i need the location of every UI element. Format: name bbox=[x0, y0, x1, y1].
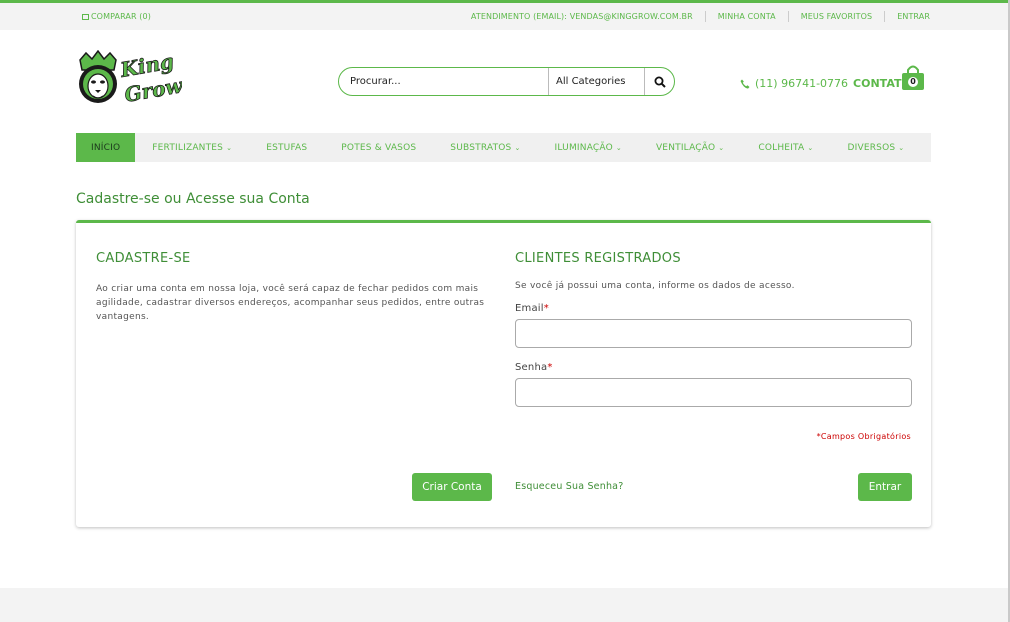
required-fields-note: *Campos Obrigatórios bbox=[816, 432, 911, 441]
top-bar: COMPARAR (0) ATENDIMENTO (EMAIL): VENDAS… bbox=[0, 3, 1008, 30]
register-section: CADASTRE-SE Ao criar uma conta em nossa … bbox=[96, 251, 491, 324]
nav-item-label: VENTILAÇÃO bbox=[655, 142, 716, 153]
login-submit-button[interactable]: Entrar bbox=[858, 473, 912, 501]
email-field[interactable] bbox=[515, 319, 912, 348]
nav-item-potes-vasos[interactable]: POTES & VASOS bbox=[324, 133, 433, 162]
page-title: Cadastre-se ou Acesse sua Conta bbox=[76, 191, 310, 207]
forgot-password-link[interactable]: Esqueceu Sua Senha? bbox=[515, 481, 623, 492]
chevron-down-icon: ⌄ bbox=[226, 143, 233, 152]
search-icon bbox=[654, 76, 666, 88]
nav-item-inicio[interactable]: INÍCIO bbox=[76, 133, 136, 162]
nav-item-diversos[interactable]: DIVERSOS ⌄ bbox=[830, 133, 921, 162]
nav-item-label: ESTUFAS bbox=[266, 142, 308, 153]
compare-link[interactable]: COMPARAR (0) bbox=[82, 12, 151, 21]
nav-item-ventilacao[interactable]: VENTILAÇÃO ⌄ bbox=[639, 133, 741, 162]
king-grow-logo[interactable]: King Grow bbox=[76, 49, 185, 110]
nav-item-label: FERTILIZANTES bbox=[152, 142, 224, 153]
search-input[interactable] bbox=[339, 68, 548, 95]
login-section: CLIENTES REGISTRADOS Se você já possui u… bbox=[515, 251, 912, 407]
category-select-value: All Categories bbox=[556, 76, 626, 87]
nav-item-label: DIVERSOS bbox=[847, 142, 896, 153]
account-panel: CADASTRE-SE Ao criar uma conta em nossa … bbox=[76, 220, 931, 527]
nav-item-estufas[interactable]: ESTUFAS bbox=[249, 133, 324, 162]
compare-icon bbox=[82, 13, 89, 20]
nav-item-colheita[interactable]: COLHEITA ⌄ bbox=[741, 133, 830, 162]
cart-button[interactable]: 0 bbox=[901, 64, 925, 91]
footer-band bbox=[0, 588, 1008, 622]
create-account-button[interactable]: Criar Conta bbox=[412, 473, 492, 501]
login-description: Se você já possui uma conta, informe os … bbox=[515, 281, 795, 291]
nav-item-label: COLHEITA bbox=[758, 142, 805, 153]
page: COMPARAR (0) ATENDIMENTO (EMAIL): VENDAS… bbox=[0, 0, 1008, 622]
chevron-down-icon: ⌄ bbox=[615, 143, 622, 152]
nav-item-label: INÍCIO bbox=[91, 142, 121, 153]
favorites-link[interactable]: MEUS FAVORITOS bbox=[789, 12, 884, 21]
phone-icon bbox=[740, 79, 750, 89]
search-button[interactable] bbox=[645, 68, 674, 95]
password-label-text: Senha bbox=[515, 362, 548, 373]
main-nav: INÍCIO FERTILIZANTES ⌄ ESTUFAS POTES & VA… bbox=[76, 133, 931, 162]
chevron-down-icon: ⌄ bbox=[514, 143, 521, 152]
required-marker: * bbox=[547, 362, 553, 373]
login-link[interactable]: ENTRAR bbox=[885, 12, 930, 21]
compare-label: COMPARAR (0) bbox=[91, 12, 151, 21]
nav-item-label: POTES & VASOS bbox=[341, 142, 417, 153]
register-description: Ao criar uma conta em nossa loja, você s… bbox=[96, 284, 485, 322]
nav-item-label: ILUMINAÇÃO bbox=[554, 142, 613, 153]
search-bar: All Categories bbox=[338, 67, 675, 96]
email-label-text: Email bbox=[515, 303, 544, 314]
chevron-down-icon: ⌄ bbox=[898, 143, 905, 152]
register-heading: CADASTRE-SE bbox=[96, 251, 191, 266]
phone-number: (11) 96741-0776 bbox=[755, 77, 849, 90]
category-select[interactable]: All Categories bbox=[548, 68, 645, 95]
nav-item-fertilizantes[interactable]: FERTILIZANTES ⌄ bbox=[135, 133, 249, 162]
top-links: ATENDIMENTO (EMAIL): VENDAS@KINGGROW.COM… bbox=[459, 11, 930, 22]
chevron-down-icon: ⌄ bbox=[807, 143, 814, 152]
nav-item-label: SUBSTRATOS bbox=[450, 142, 512, 153]
chevron-down-icon: ⌄ bbox=[718, 143, 725, 152]
login-heading: CLIENTES REGISTRADOS bbox=[515, 251, 681, 266]
nav-item-substratos[interactable]: SUBSTRATOS ⌄ bbox=[433, 133, 537, 162]
password-label: Senha* bbox=[515, 362, 912, 373]
required-marker: * bbox=[543, 303, 549, 314]
email-label: Email* bbox=[515, 303, 912, 314]
contact-info[interactable]: (11) 96741-0776 CONTATO bbox=[740, 77, 911, 90]
password-field[interactable] bbox=[515, 378, 912, 407]
nav-item-iluminacao[interactable]: ILUMINAÇÃO ⌄ bbox=[538, 133, 639, 162]
my-account-link[interactable]: MINHA CONTA bbox=[706, 12, 788, 21]
support-email-link[interactable]: ATENDIMENTO (EMAIL): VENDAS@KINGGROW.COM… bbox=[459, 12, 705, 21]
cart-count: 0 bbox=[910, 77, 916, 86]
